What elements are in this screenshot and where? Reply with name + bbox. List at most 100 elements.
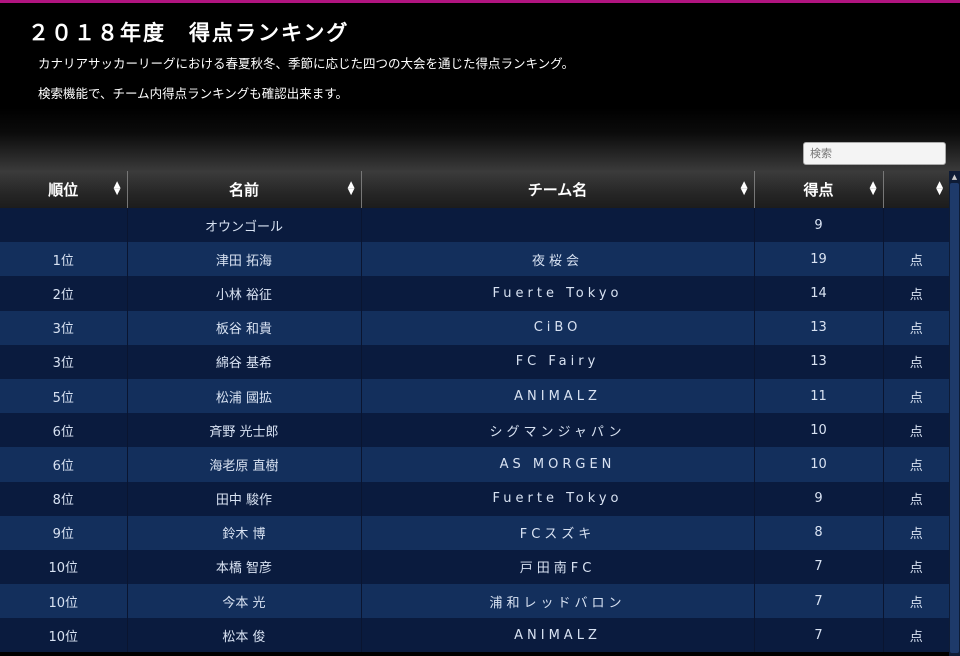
points-cell: 10: [754, 447, 884, 482]
table-row[interactable]: 9位 鈴木 博 FCスズキ 8 点: [0, 515, 949, 550]
column-header-label: 名前: [228, 181, 259, 199]
table-row[interactable]: 3位 綿谷 基希 FC Fairy 13 点: [0, 344, 949, 379]
column-header-team[interactable]: チーム名 ▲ ▼: [361, 171, 755, 208]
table-row[interactable]: 5位 松浦 國拡 ANIMALZ 11 点: [0, 378, 949, 414]
name-cell: 田中 駿作: [127, 481, 362, 516]
column-header-points[interactable]: 得点 ▲ ▼: [754, 171, 884, 208]
unit-cell: 点: [883, 310, 949, 345]
points-cell: 10: [754, 413, 884, 448]
rank-cell: 3位: [0, 310, 128, 345]
unit-cell: 点: [883, 242, 949, 277]
team-cell: [361, 208, 755, 243]
unit-cell: [883, 208, 949, 243]
table-row[interactable]: 6位 海老原 直樹 AS MORGEN 10 点: [0, 447, 949, 482]
team-cell: 戸田南FC: [361, 549, 755, 585]
name-cell: 小林 裕征: [127, 276, 362, 311]
points-cell: 14: [754, 276, 884, 311]
ranking-table-container: 順位 ▲ ▼ 名前 ▲ ▼ チーム名 ▲ ▼ 得点 ▲ ▼ ▲ ▼ オウンゴール 9 1位 津田 拓海夜…: [0, 171, 960, 656]
table-header-row: 順位 ▲ ▼ 名前 ▲ ▼ チーム名 ▲ ▼ 得点 ▲ ▼ ▲ ▼: [0, 171, 949, 208]
name-cell: 本橋 智彦: [127, 549, 362, 585]
points-cell: 19: [754, 242, 884, 277]
team-cell: FC Fairy: [361, 344, 755, 379]
name-cell: 斉野 光士郎: [127, 413, 362, 448]
table-row[interactable]: 8位 田中 駿作 Fuerte Tokyo 9 点: [0, 481, 949, 516]
rank-cell: 1位: [0, 242, 128, 277]
name-cell: 板谷 和貴: [127, 310, 362, 345]
points-cell: 9: [754, 481, 884, 516]
scroll-up-icon[interactable]: ▲: [949, 171, 960, 183]
sort-arrows-icon: ▲ ▼: [347, 180, 355, 197]
unit-cell: 点: [883, 378, 949, 414]
sort-arrows-icon: ▲ ▼: [113, 180, 121, 197]
team-cell: シグマンジャパン: [361, 413, 755, 448]
column-header-label: 得点: [803, 181, 834, 199]
rank-cell: 6位: [0, 447, 128, 482]
points-cell: 9: [754, 208, 884, 243]
team-cell: 夜桜会: [361, 242, 755, 277]
rank-cell: 5位: [0, 378, 128, 414]
unit-cell: 点: [883, 276, 949, 311]
page-title: ２０１８年度 得点ランキング: [28, 21, 350, 45]
page-description: カナリアサッカーリーグにおける春夏秋冬、季節に応じた四つの大会を通じた得点ランキ…: [38, 56, 575, 71]
rank-cell: 9位: [0, 515, 128, 550]
rank-cell: 2位: [0, 276, 128, 311]
rank-cell: 8位: [0, 481, 128, 516]
ranking-table: 順位 ▲ ▼ 名前 ▲ ▼ チーム名 ▲ ▼ 得点 ▲ ▼ ▲ ▼ オウンゴール 9 1位 津田 拓海夜…: [0, 171, 949, 653]
column-header-unit[interactable]: ▲ ▼: [883, 171, 949, 208]
rank-cell: 6位: [0, 413, 128, 448]
unit-cell: 点: [883, 413, 949, 448]
table-row[interactable]: 10位 本橋 智彦 戸田南FC 7 点: [0, 549, 949, 585]
column-header-label: 順位: [48, 181, 79, 199]
name-cell: 鈴木 博: [127, 515, 362, 550]
team-cell: 浦和レッドバロン: [361, 584, 755, 619]
name-cell: 松浦 國拡: [127, 378, 362, 414]
rank-cell: [0, 208, 128, 243]
column-header-name[interactable]: 名前 ▲ ▼: [127, 171, 362, 208]
unit-cell: 点: [883, 584, 949, 619]
table-row[interactable]: 10位 松本 俊 ANIMALZ 7 点: [0, 618, 949, 653]
rank-cell: 3位: [0, 344, 128, 379]
name-cell: 海老原 直樹: [127, 447, 362, 482]
points-cell: 13: [754, 344, 884, 379]
team-cell: CiBO: [361, 310, 755, 345]
points-cell: 13: [754, 310, 884, 345]
column-header-label: チーム名: [527, 181, 588, 199]
column-header-rank[interactable]: 順位 ▲ ▼: [0, 171, 128, 208]
search-input[interactable]: [803, 142, 946, 165]
unit-cell: 点: [883, 481, 949, 516]
team-cell: ANIMALZ: [361, 378, 755, 414]
rank-cell: 10位: [0, 584, 128, 619]
rank-cell: 10位: [0, 618, 128, 653]
unit-cell: 点: [883, 618, 949, 653]
table-row[interactable]: オウンゴール 9: [0, 208, 949, 243]
unit-cell: 点: [883, 549, 949, 585]
points-cell: 8: [754, 515, 884, 550]
team-cell: FCスズキ: [361, 515, 755, 550]
scrollbar-thumb[interactable]: [950, 183, 959, 653]
team-cell: Fuerte Tokyo: [361, 481, 755, 516]
name-cell: オウンゴール: [127, 208, 362, 243]
points-cell: 7: [754, 618, 884, 653]
name-cell: 津田 拓海: [127, 242, 362, 277]
points-cell: 7: [754, 549, 884, 585]
table-row[interactable]: 10位 今本 光浦和レッドバロン 7 点: [0, 584, 949, 619]
unit-cell: 点: [883, 447, 949, 482]
sort-arrows-icon: ▲ ▼: [869, 180, 877, 197]
table-row[interactable]: 1位 津田 拓海 夜桜会 19 点: [0, 242, 949, 277]
rank-cell: 10位: [0, 549, 128, 585]
name-cell: 綿谷 基希: [127, 344, 362, 379]
name-cell: 今本 光: [127, 584, 362, 619]
table-row[interactable]: 3位 板谷 和貴 CiBO 13 点: [0, 310, 949, 345]
team-cell: AS MORGEN: [361, 447, 755, 482]
unit-cell: 点: [883, 515, 949, 550]
points-cell: 11: [754, 378, 884, 414]
table-scrollbar[interactable]: ▲: [949, 171, 960, 656]
table-row[interactable]: 2位 小林 裕征 Fuerte Tokyo 14 点: [0, 276, 949, 311]
name-cell: 松本 俊: [127, 618, 362, 653]
page-header: ２０１８年度 得点ランキング カナリアサッカーリーグにおける春夏秋冬、季節に応じ…: [0, 3, 960, 171]
page-description-search: 検索機能で、チーム内得点ランキングも確認出来ます。: [38, 86, 349, 101]
sort-arrows-icon: ▲ ▼: [936, 180, 943, 197]
table-row[interactable]: 6位 斉野 光士郎 シグマンジャパン 10 点: [0, 413, 949, 448]
points-cell: 7: [754, 584, 884, 619]
unit-cell: 点: [883, 344, 949, 379]
